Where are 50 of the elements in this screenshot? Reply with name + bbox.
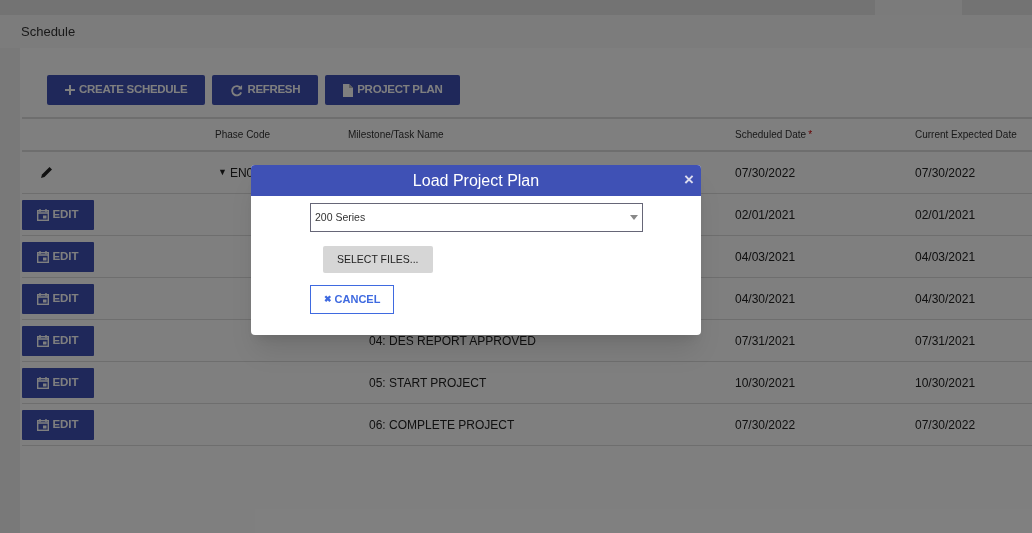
edit-button[interactable]: EDIT: [22, 367, 94, 398]
edit-button[interactable]: EDIT: [22, 325, 94, 356]
pencil-icon[interactable]: [40, 166, 53, 179]
select-files-button[interactable]: SELECT FILES...: [323, 246, 433, 273]
refresh-icon: [230, 83, 244, 97]
close-button[interactable]: ×: [684, 170, 694, 190]
dropdown-icon: [630, 215, 638, 220]
table-cell: 07/31/2021: [915, 333, 976, 348]
file-icon: [343, 83, 354, 97]
edit-button[interactable]: EDIT: [22, 199, 94, 230]
page-title: Schedule: [21, 22, 76, 41]
close-icon: ✖: [323, 292, 332, 307]
table-cell: 04/03/2021: [915, 249, 976, 264]
column-header: Current Expected Date: [915, 129, 1017, 140]
table-cell: 04: DES REPORT APPROVED: [369, 333, 536, 348]
calendar-icon: [37, 334, 50, 347]
table-cell: 07/30/2022: [735, 165, 796, 180]
dialog-title: Load Project Plan: [412, 170, 540, 191]
table-cell: 10/30/2021: [735, 375, 796, 390]
cancel-button[interactable]: ✖ CANCEL: [310, 285, 394, 314]
table-cell: 10/30/2021: [915, 375, 976, 390]
expand-toggle[interactable]: ▼: [218, 165, 227, 180]
toolbar-button[interactable]: CREATE SCHEDULE: [47, 75, 206, 105]
calendar-icon: [37, 418, 50, 431]
required-mark: *: [808, 129, 813, 140]
calendar-icon: [37, 292, 50, 305]
table-cell: 05: START PROJECT: [369, 375, 487, 390]
table-cell: 04/30/2021: [735, 291, 796, 306]
table-cell: 02/01/2021: [735, 207, 796, 222]
column-header: Scheduled Date: [735, 129, 807, 140]
table-cell: 04/30/2021: [915, 291, 976, 306]
column-header: Milestone/Task Name: [348, 129, 444, 140]
table-cell: 04/03/2021: [735, 249, 796, 264]
table-cell: 06: COMPLETE PROJECT: [369, 417, 515, 432]
table-cell: 02/01/2021: [915, 207, 976, 222]
select-field[interactable]: 200 Series: [310, 203, 643, 232]
table-cell: 07/31/2021: [735, 333, 796, 348]
column-header: Phase Code: [215, 129, 271, 140]
edit-button[interactable]: EDIT: [22, 241, 94, 272]
table-cell: 07/30/2022: [735, 417, 796, 432]
calendar-icon: [37, 208, 50, 221]
calendar-icon: [37, 376, 50, 389]
calendar-icon: [37, 250, 50, 263]
edit-button[interactable]: EDIT: [22, 283, 94, 314]
table-cell: 07/30/2022: [915, 165, 976, 180]
edit-button[interactable]: EDIT: [22, 409, 94, 440]
toolbar-button[interactable]: REFRESH: [212, 75, 319, 105]
plus-icon: [65, 85, 75, 95]
toolbar-button[interactable]: PROJECT PLAN: [325, 75, 461, 105]
table-cell: 07/30/2022: [915, 417, 976, 432]
